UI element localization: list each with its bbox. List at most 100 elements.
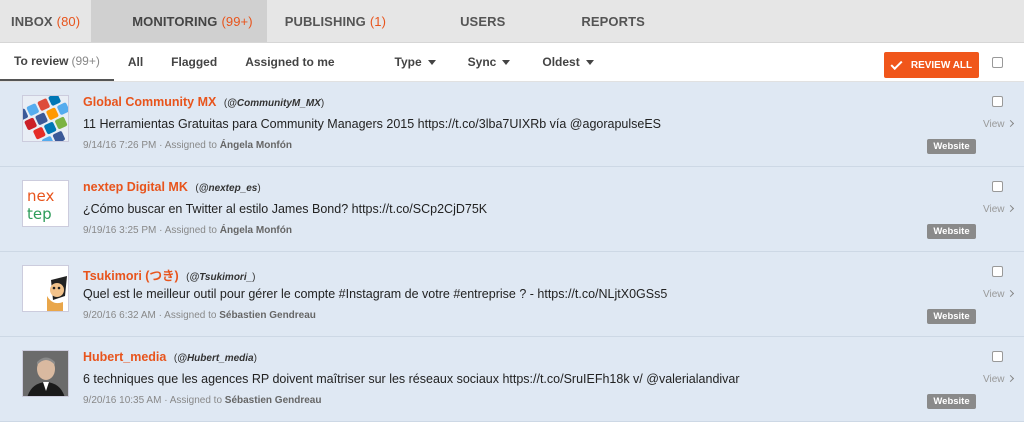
check-icon [890,57,903,70]
assignee-name: Sébastien Gendreau [224,395,322,406]
assigned-prefix: · Assigned to [159,140,217,151]
message-date: 9/20/16 6:32 AM [83,310,156,321]
caret-down-icon [427,59,436,65]
author-handle: (@Tsukimori_) [186,272,256,283]
cartoon-avatar [23,266,68,311]
tab-label: MONITORING [132,13,218,29]
list-item[interactable]: nex tep nextep Digital MK (@nextep_es) ¿… [0,167,1024,252]
top-navigation: INBOX (80) MONITORING (99+) PUBLISHING (… [0,0,1024,43]
message-meta: 9/20/16 10:35 AM · Assigned to Sébastien… [83,395,321,406]
item-checkbox[interactable] [992,351,1003,362]
view-link[interactable]: View [983,204,1014,215]
author-handle: (@Hubert_media) [173,353,257,364]
author-handle: (@CommunityM_MX) [223,98,325,109]
view-link[interactable]: View [983,289,1014,300]
message-text: ¿Cómo buscar en Twitter al estilo James … [83,202,488,216]
message-text: 6 techniques que les agences RP doivent … [83,372,740,386]
view-link[interactable]: View [983,374,1014,385]
assignee-name: Ángela Monfón [219,225,292,236]
avatar[interactable] [22,265,69,312]
message-list: Global Community MX (@CommunityM_MX) 11 … [0,82,1024,422]
subtab-all[interactable]: All [114,43,157,81]
chevron-right-icon [1006,374,1014,383]
view-link[interactable]: View [983,119,1014,130]
source-badge: Website [927,139,976,154]
dropdown-label: Type [394,55,422,69]
author-name[interactable]: Hubert_media [83,350,166,364]
message-meta: 9/14/16 7:26 PM · Assigned to Ángela Mon… [83,140,292,151]
author-line: nextep Digital MK (@nextep_es) [83,180,261,194]
social-icons-avatar [23,96,68,141]
message-date: 9/19/16 3:25 PM [83,225,157,236]
tab-label: REPORTS [581,13,645,29]
tab-users[interactable]: USERS [407,0,526,42]
assigned-prefix: · Assigned to [164,395,222,406]
avatar[interactable] [22,95,69,142]
source-badge: Website [927,309,976,324]
tab-label: INBOX [11,13,53,29]
message-text: 11 Herramientas Gratuitas para Community… [83,117,662,131]
tab-label: USERS [460,13,506,29]
tab-count: (1) [369,13,387,29]
subtab-label: Assigned to me [245,55,335,69]
source-badge: Website [927,394,976,409]
subtab-label: To review [14,54,69,68]
logo-bottom-text: tep [27,205,52,223]
person-photo-avatar [23,351,68,396]
tab-inbox[interactable]: INBOX (80) [0,0,101,42]
tab-reports[interactable]: REPORTS [526,0,666,42]
sort-order-dropdown[interactable]: Oldest [526,43,609,81]
review-all-button[interactable]: REVIEW ALL [884,52,979,78]
message-text: Quel est le meilleur outil pour gérer le… [83,287,668,301]
subtab-count: (99+) [71,54,100,68]
author-handle: (@nextep_es) [195,183,261,194]
caret-down-icon [502,59,511,65]
author-name[interactable]: Tsukimori (つき) [83,269,179,283]
list-item[interactable]: Hubert_media (@Hubert_media) 6 technique… [0,337,1024,422]
type-filter-dropdown[interactable]: Type [379,43,452,81]
tab-count: (80) [56,13,81,29]
select-all-checkbox[interactable] [992,57,1003,68]
chevron-right-icon [1006,289,1014,298]
view-label: View [983,289,1005,300]
list-item[interactable]: Global Community MX (@CommunityM_MX) 11 … [0,82,1024,167]
subtab-flagged[interactable]: Flagged [157,43,231,81]
avatar[interactable] [22,350,69,397]
caret-down-icon [585,59,594,65]
author-line: Global Community MX (@CommunityM_MX) [83,95,324,109]
message-meta: 9/20/16 6:32 AM · Assigned to Sébastien … [83,310,316,321]
nextep-logo-avatar: nex tep [23,181,68,226]
item-checkbox[interactable] [992,181,1003,192]
avatar[interactable]: nex tep [22,180,69,227]
tab-count: (99+) [221,13,253,29]
assignee-name: Ángela Monfón [219,140,292,151]
dropdown-label: Oldest [542,55,580,69]
message-date: 9/20/16 10:35 AM [83,395,162,406]
assignee-name: Sébastien Gendreau [219,310,316,321]
sync-filter-dropdown[interactable]: Sync [452,43,527,81]
source-badge: Website [927,224,976,239]
subtab-label: Flagged [171,55,218,69]
tab-publishing[interactable]: PUBLISHING (1) [267,0,407,42]
message-date: 9/14/16 7:26 PM [83,140,157,151]
chevron-right-icon [1006,204,1014,213]
author-line: Hubert_media (@Hubert_media) [83,350,257,364]
dropdown-label: Sync [467,55,497,69]
author-name[interactable]: Global Community MX [83,95,216,109]
view-label: View [983,374,1005,385]
assigned-prefix: · Assigned to [158,310,217,321]
view-label: View [983,119,1005,130]
subtab-assigned-to-me[interactable]: Assigned to me [231,43,348,81]
author-name[interactable]: nextep Digital MK [83,180,188,194]
subtab-to-review[interactable]: To review (99+) [0,43,114,81]
sub-navigation: To review (99+) All Flagged Assigned to … [0,43,1024,82]
message-meta: 9/19/16 3:25 PM · Assigned to Ángela Mon… [83,225,292,236]
view-label: View [983,204,1005,215]
assigned-prefix: · Assigned to [159,225,217,236]
item-checkbox[interactable] [992,266,1003,277]
item-checkbox[interactable] [992,96,1003,107]
list-item[interactable]: Tsukimori (つき) (@Tsukimori_) Quel est le… [0,252,1024,337]
tab-monitoring[interactable]: MONITORING (99+) [91,0,267,42]
author-line: Tsukimori (つき) (@Tsukimori_) [83,265,256,284]
review-all-label: REVIEW ALL [910,59,973,71]
